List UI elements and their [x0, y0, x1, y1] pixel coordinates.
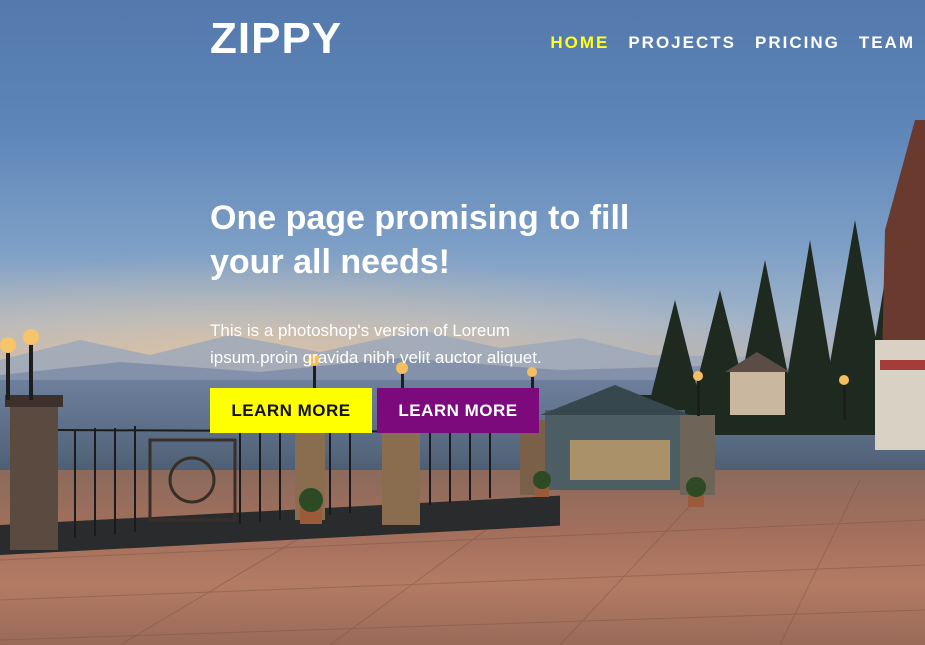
nav-item-team[interactable]: TEAM — [859, 32, 915, 54]
nav-item-projects[interactable]: PROJECTS — [628, 32, 736, 54]
brand-logo[interactable]: ZIPPY — [210, 14, 342, 64]
learn-more-button-primary[interactable]: LEARN MORE — [210, 388, 372, 433]
learn-more-button-secondary[interactable]: LEARN MORE — [377, 388, 539, 433]
nav-item-home[interactable]: HOME — [550, 32, 609, 54]
main-nav: HOME PROJECTS PRICING TEAM — [550, 32, 915, 54]
hero-subtext: This is a photoshop's version of Loreum … — [210, 321, 542, 367]
hero-headline: One page promising to fill your all need… — [210, 199, 630, 281]
nav-item-pricing[interactable]: PRICING — [755, 32, 840, 54]
